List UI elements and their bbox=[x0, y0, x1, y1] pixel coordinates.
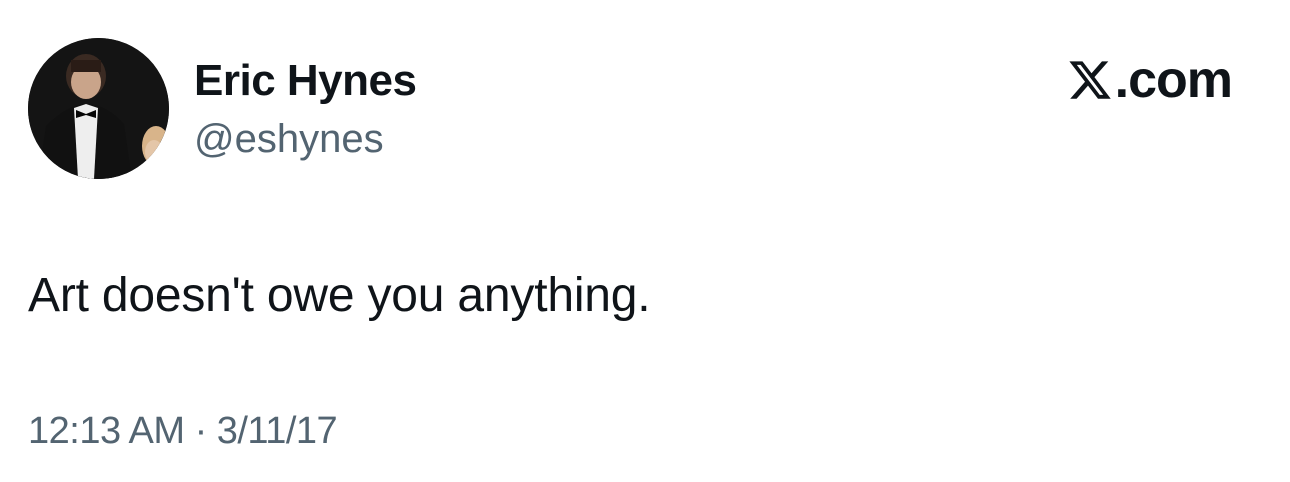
display-name[interactable]: Eric Hynes bbox=[194, 56, 417, 106]
avatar[interactable] bbox=[28, 38, 169, 179]
x-logo-icon bbox=[1069, 61, 1111, 99]
x-com-brand: .com bbox=[1067, 51, 1233, 109]
tweet-date: 3/11/17 bbox=[216, 410, 338, 452]
tweet-time: 12:13 AM bbox=[28, 410, 185, 452]
tweet-timestamp[interactable]: 12:13 AM · 3/11/17 bbox=[28, 410, 338, 453]
brand-domain-text: .com bbox=[1114, 51, 1233, 109]
tweet-card: Eric Hynes @eshynes .com Art doesn't owe… bbox=[0, 0, 1290, 482]
user-handle[interactable]: @eshynes bbox=[194, 117, 384, 162]
avatar-photo bbox=[28, 38, 169, 179]
tweet-text: Art doesn't owe you anything. bbox=[28, 269, 651, 322]
meta-separator: · bbox=[194, 410, 208, 452]
